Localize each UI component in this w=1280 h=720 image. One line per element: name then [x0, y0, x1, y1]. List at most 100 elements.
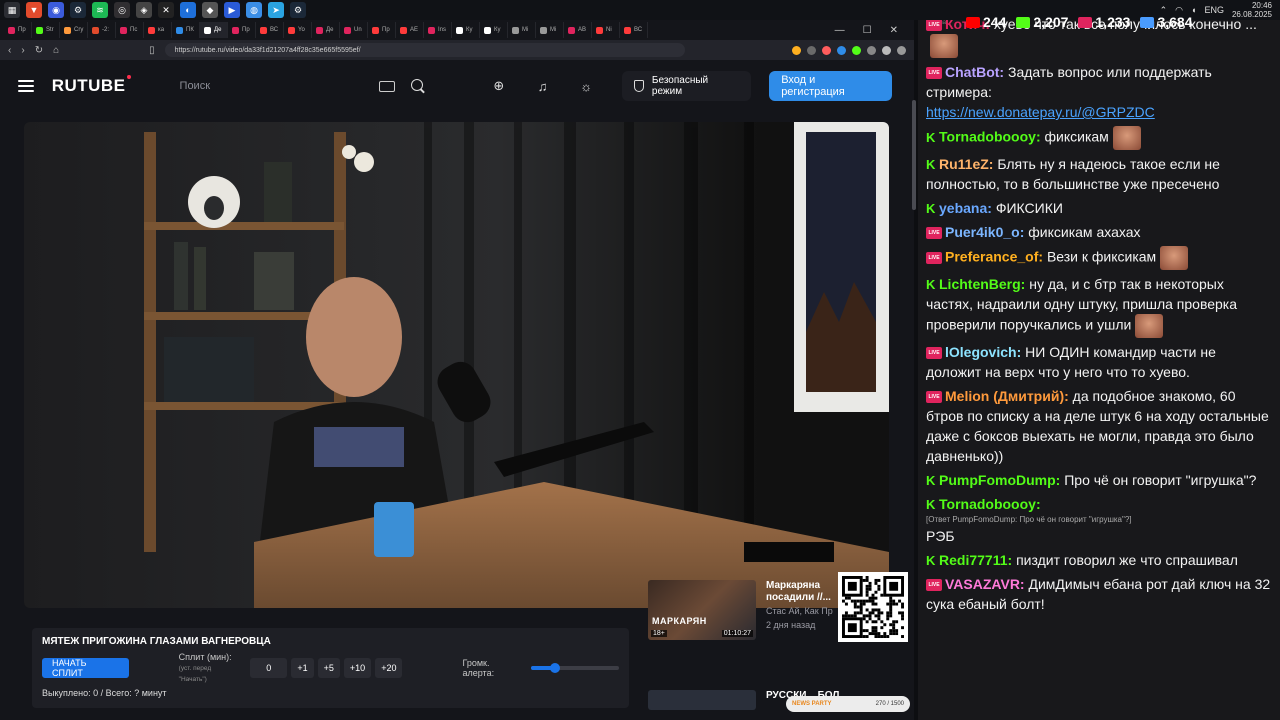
- browser-tab[interactable]: ПК: [172, 22, 200, 38]
- obs-icon[interactable]: ◎: [114, 2, 130, 18]
- browser-tab[interactable]: Де: [200, 22, 228, 38]
- add-20-button[interactable]: +20: [375, 658, 403, 678]
- browser-tab[interactable]: Пр: [4, 22, 32, 38]
- minimize-icon[interactable]: —: [835, 25, 845, 36]
- lang-indicator[interactable]: ENG: [1204, 5, 1224, 15]
- browser-icon[interactable]: ▼: [26, 2, 42, 18]
- app2-icon[interactable]: ◐: [180, 2, 196, 18]
- menu-icon[interactable]: [897, 45, 906, 55]
- page-scrollbar[interactable]: [912, 100, 916, 210]
- chat-username[interactable]: Tornadobooоy:: [939, 496, 1041, 512]
- url-field[interactable]: https://rutube.ru/video/da33f1d21207a4ff…: [164, 43, 685, 57]
- safe-mode-button[interactable]: Безопасный режим: [622, 71, 752, 101]
- browser-tab[interactable]: Пс: [116, 22, 144, 38]
- menu-hamburger-icon[interactable]: [18, 80, 34, 92]
- browser-tab[interactable]: Пр: [228, 22, 256, 38]
- bookmark-icon[interactable]: ▯: [149, 45, 155, 56]
- recommended-channel[interactable]: Стас Ай, Как Пр: [766, 606, 833, 616]
- browser-tab[interactable]: Ку: [480, 22, 508, 38]
- search-icon[interactable]: [411, 79, 425, 93]
- chat-username[interactable]: Melion (Дмитрий):: [945, 388, 1069, 404]
- tab-favicon-icon: [148, 26, 155, 34]
- video-player[interactable]: [24, 122, 889, 608]
- app-icon[interactable]: ◈: [136, 2, 152, 18]
- steam2-icon[interactable]: ⚙: [290, 2, 306, 18]
- browser-tab[interactable]: Str: [32, 22, 60, 38]
- alert-volume-slider[interactable]: [530, 663, 619, 673]
- upload-icon[interactable]: ⊕: [491, 78, 507, 94]
- tab-label: АВ: [578, 27, 587, 33]
- extension-icon[interactable]: [867, 45, 876, 55]
- tab-favicon-icon: [316, 26, 323, 34]
- video-thumbnail[interactable]: МАРКАРЯН 18+ 01:10:27: [648, 580, 756, 640]
- split-minutes-input[interactable]: 0: [250, 658, 288, 678]
- slider-knob[interactable]: [550, 663, 561, 673]
- bell-icon[interactable]: ♫: [535, 78, 551, 94]
- browser-tab[interactable]: ВС: [620, 22, 648, 38]
- search-input[interactable]: Поиск: [176, 71, 400, 101]
- extension-icon[interactable]: [807, 45, 816, 55]
- keyboard-icon[interactable]: [379, 80, 396, 92]
- browser-tab[interactable]: Пр: [368, 22, 396, 38]
- extension-icon[interactable]: [792, 45, 801, 55]
- browser-tab[interactable]: Yo: [284, 22, 312, 38]
- maximize-icon[interactable]: ☐: [863, 25, 872, 36]
- app3-icon[interactable]: ◆: [202, 2, 218, 18]
- donate-link[interactable]: https://new.donatepay.ru/@GRPZDC: [926, 102, 1274, 122]
- chat-username[interactable]: VASAZAVR:: [945, 576, 1025, 592]
- extension-icon[interactable]: [837, 45, 846, 55]
- add-10-button[interactable]: +10: [343, 658, 372, 678]
- browser-tab[interactable]: Ins: [424, 22, 452, 38]
- capcut-icon[interactable]: ✕: [158, 2, 174, 18]
- browser-tab[interactable]: ВС: [256, 22, 284, 38]
- tab-favicon-icon: [624, 26, 631, 34]
- browser-tab[interactable]: ка: [144, 22, 172, 38]
- login-button[interactable]: Вход и регистрация: [769, 71, 892, 101]
- home-icon[interactable]: ⌂: [53, 45, 59, 56]
- chat-username[interactable]: Ru11eZ:: [939, 156, 993, 172]
- recommended-title[interactable]: Маркаряна посадили //...: [766, 580, 846, 604]
- telegram-icon[interactable]: ➤: [268, 2, 284, 18]
- close-icon[interactable]: ✕: [890, 25, 898, 36]
- browser-tab[interactable]: Mi: [508, 22, 536, 38]
- chat-username[interactable]: lOlegovich:: [945, 344, 1021, 360]
- add-1-button[interactable]: +1: [291, 658, 314, 678]
- forward-icon[interactable]: ›: [21, 45, 24, 56]
- reload-icon[interactable]: ↻: [35, 45, 43, 56]
- steam-icon[interactable]: ⚙: [70, 2, 86, 18]
- back-icon[interactable]: ‹: [8, 45, 11, 56]
- browser-tab[interactable]: Un: [340, 22, 368, 38]
- browser-tab[interactable]: -2:: [88, 22, 116, 38]
- rutube-logo[interactable]: RUTUBE: [52, 75, 131, 96]
- browser-tab[interactable]: АВ: [564, 22, 592, 38]
- browser-tab[interactable]: Cry: [60, 22, 88, 38]
- chat-username[interactable]: Preferance_of:: [945, 249, 1043, 265]
- video-thumbnail-2[interactable]: [648, 690, 756, 710]
- extension-icon[interactable]: [822, 45, 831, 55]
- extension-icon[interactable]: [852, 45, 861, 55]
- app4-icon[interactable]: ▶: [224, 2, 240, 18]
- browser-tab[interactable]: Де: [312, 22, 340, 38]
- vk-live-badge-icon: LIVE: [926, 252, 942, 264]
- chat-username[interactable]: ChatBot:: [945, 64, 1004, 80]
- chat-username[interactable]: PumpFomoDump:: [939, 472, 1060, 488]
- browser2-icon[interactable]: ◉: [48, 2, 64, 18]
- chat-username[interactable]: Tornadobooоy:: [939, 129, 1041, 145]
- chat-username[interactable]: Redi77711:: [939, 552, 1012, 568]
- browser-tab[interactable]: Mi: [536, 22, 564, 38]
- browser-tab[interactable]: Ni: [592, 22, 620, 38]
- extension-icon[interactable]: [882, 45, 891, 55]
- add-5-button[interactable]: +5: [317, 658, 340, 678]
- app5-icon[interactable]: ◍: [246, 2, 262, 18]
- browser-tab[interactable]: АЕ: [396, 22, 424, 38]
- start-icon[interactable]: ▦: [4, 2, 20, 18]
- chat-message: LIVE Puer4ik0_o: фиксикам ахахах: [926, 222, 1274, 242]
- browser-tab[interactable]: Ку: [452, 22, 480, 38]
- chat-username[interactable]: Puer4ik0_o:: [945, 224, 1024, 240]
- chat-username[interactable]: LichtenBerg:: [939, 276, 1025, 292]
- chat-username[interactable]: yebana:: [939, 200, 992, 216]
- start-split-button[interactable]: НАЧАТЬ СПЛИТ: [42, 658, 129, 678]
- clock[interactable]: 20:46 26.08.2025: [1232, 1, 1272, 19]
- theme-sun-icon[interactable]: ☼: [578, 78, 594, 94]
- spotify-icon[interactable]: ≋: [92, 2, 108, 18]
